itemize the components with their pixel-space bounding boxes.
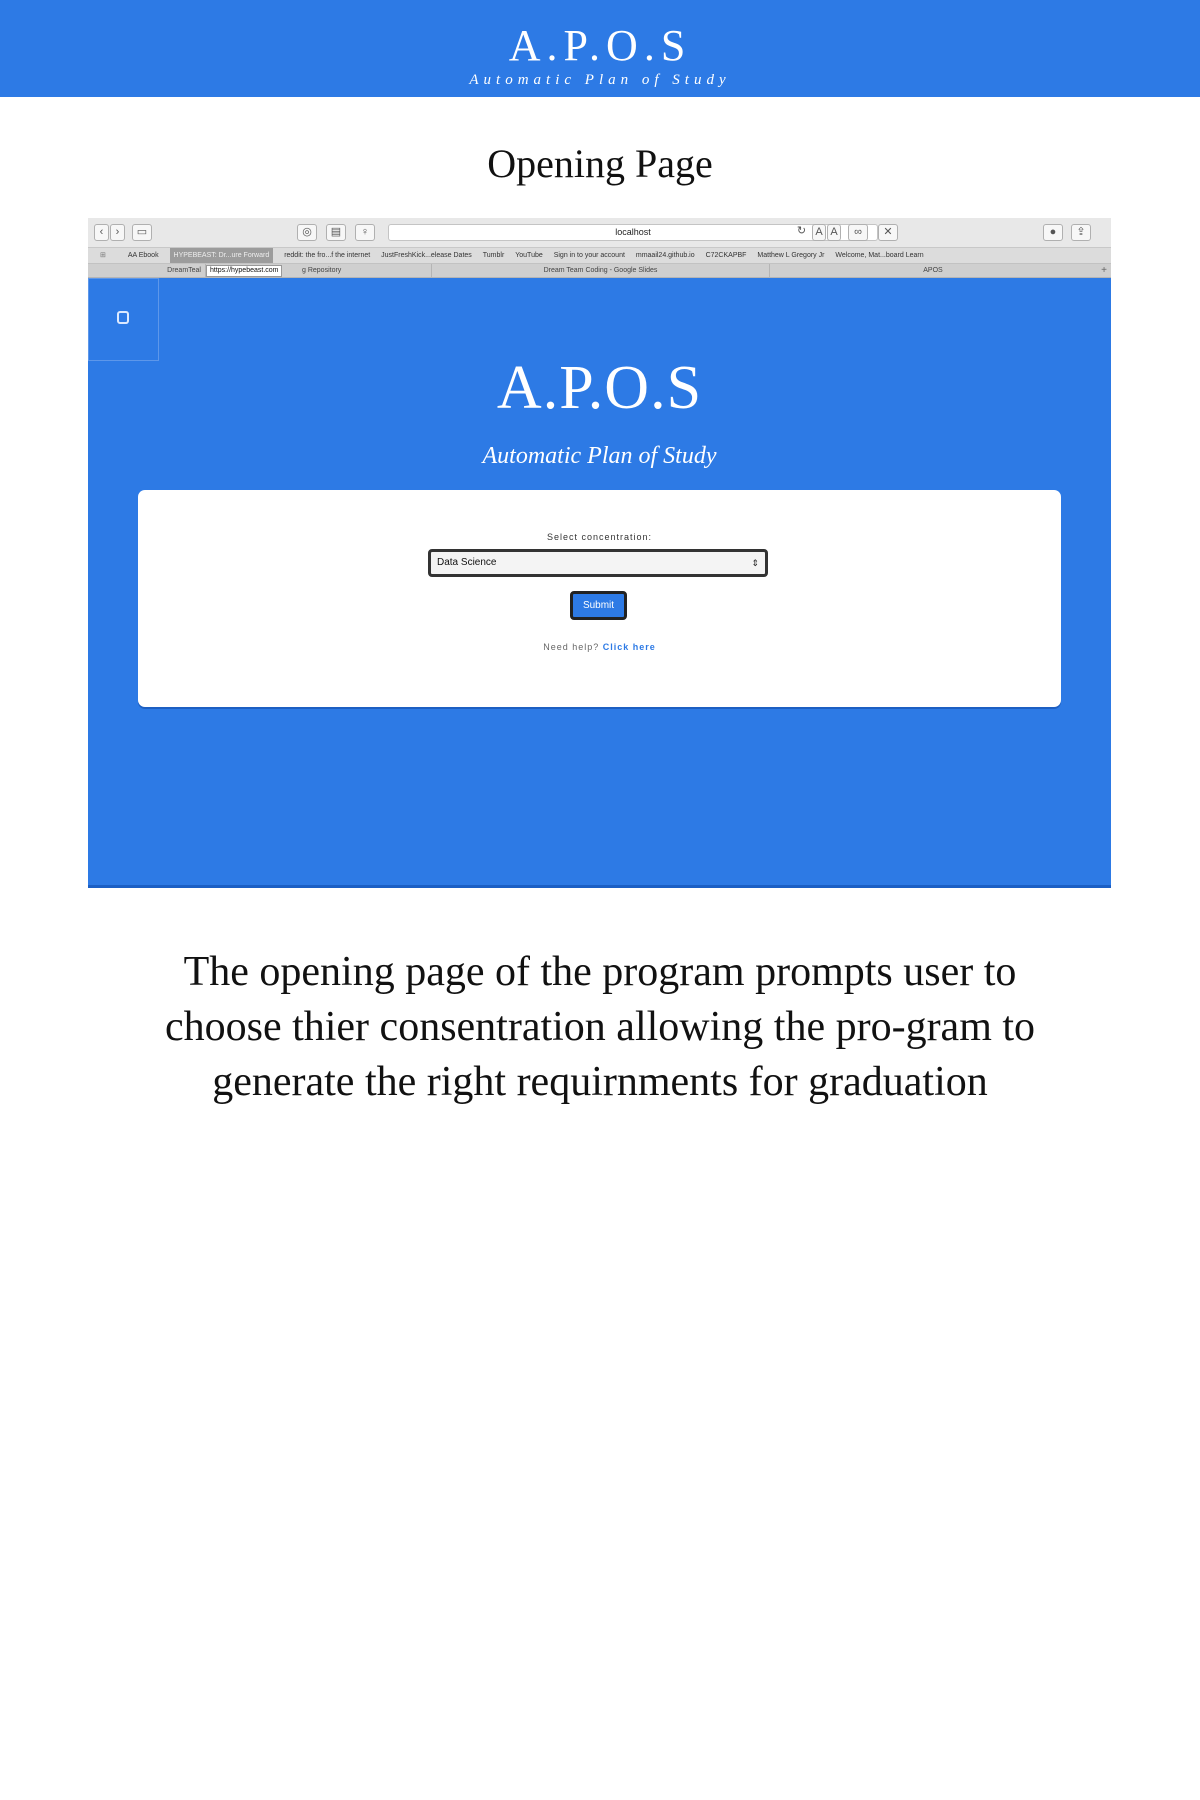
tab-dreamteam[interactable]: DreamTeal [88, 264, 206, 278]
bookmark-item[interactable]: AA Ebook [128, 248, 159, 263]
help-link[interactable]: Click here [603, 642, 656, 652]
browser-screenshot: ‹ › ▭ ◎ ▤ ♀ localhost ↻ A A ∞ ✕ ● ⇪ ⊞ AA… [88, 218, 1111, 888]
bookmark-item[interactable]: C72CKAPBF [706, 248, 747, 263]
description-text: The opening page of the program prompts … [164, 949, 1036, 1105]
banner-title: A.P.O.S [508, 21, 692, 70]
forward-icon[interactable]: › [110, 224, 125, 241]
bookmark-item[interactable]: JustFreshKick...elease Dates [381, 248, 472, 263]
tools-icon[interactable]: ✕ [878, 224, 898, 241]
bookmark-item[interactable]: HYPEBEAST: Dr...ure Forward [169, 248, 274, 263]
grid-icon[interactable]: ⊞ [100, 248, 106, 263]
tab-google-slides[interactable]: Dream Team Coding - Google Slides [432, 264, 770, 278]
reload-icon[interactable]: ↻ [795, 224, 808, 241]
text-larger-icon[interactable]: A [827, 224, 841, 241]
browser-toolbar: ‹ › ▭ ◎ ▤ ♀ localhost ↻ A A ∞ ✕ ● ⇪ [88, 218, 1111, 248]
banner-subtitle: Automatic Plan of Study [469, 72, 731, 88]
help-line: Need help? Click here [138, 642, 1061, 652]
text-smaller-icon[interactable]: A [812, 224, 826, 241]
apos-logo[interactable] [88, 278, 159, 361]
page-heading: Opening Page [487, 141, 713, 186]
selected-concentration: Data Science [437, 557, 497, 568]
top-banner: A.P.O.S Automatic Plan of Study [0, 0, 1200, 97]
bookmark-item[interactable]: Welcome, Mat...board Learn [835, 248, 923, 263]
tab-bar: DreamTeal g Repository Dream Team Coding… [88, 264, 1111, 278]
bookmark-item[interactable]: mmaail24.github.io [636, 248, 695, 263]
extension-icon[interactable]: ◎ [297, 224, 317, 241]
select-concentration-label: Select concentration: [546, 532, 653, 542]
link-icon[interactable]: ∞ [848, 224, 868, 241]
settings-icon[interactable]: ● [1043, 224, 1063, 241]
bookmark-item[interactable]: reddit: the fro...f the internet [284, 248, 370, 263]
sidebar-icon[interactable]: ▭ [132, 224, 152, 241]
privacy-icon[interactable]: ♀ [355, 224, 375, 241]
new-tab-icon[interactable]: + [1101, 264, 1107, 278]
back-icon[interactable]: ‹ [94, 224, 109, 241]
logo-icon [117, 311, 129, 324]
share-icon[interactable]: ⇪ [1071, 224, 1091, 241]
bookmark-item[interactable]: Sign in to your account [554, 248, 625, 263]
submit-button[interactable]: Submit [570, 591, 627, 620]
concentration-select[interactable]: Data Science ⇕ [428, 549, 768, 577]
tab-tooltip: https://hypebeast.com [206, 265, 283, 277]
app-title: A.P.O.S [496, 354, 703, 422]
tab-apos[interactable]: APOS [770, 264, 1096, 278]
reader-icon[interactable]: ▤ [326, 224, 346, 241]
select-chevron-icon: ⇕ [751, 558, 759, 568]
bookmarks-bar: ⊞ AA Ebook HYPEBEAST: Dr...ure Forward r… [88, 248, 1111, 264]
concentration-card: Select concentration: Data Science ⇕ Sub… [138, 490, 1061, 707]
bookmark-item[interactable]: Matthew L Gregory Jr [757, 248, 824, 263]
bookmark-item[interactable]: Tumblr [483, 248, 505, 263]
help-text: Need help? [543, 642, 600, 652]
bookmark-item[interactable]: YouTube [515, 248, 543, 263]
app-subtitle: Automatic Plan of Study [482, 443, 717, 469]
